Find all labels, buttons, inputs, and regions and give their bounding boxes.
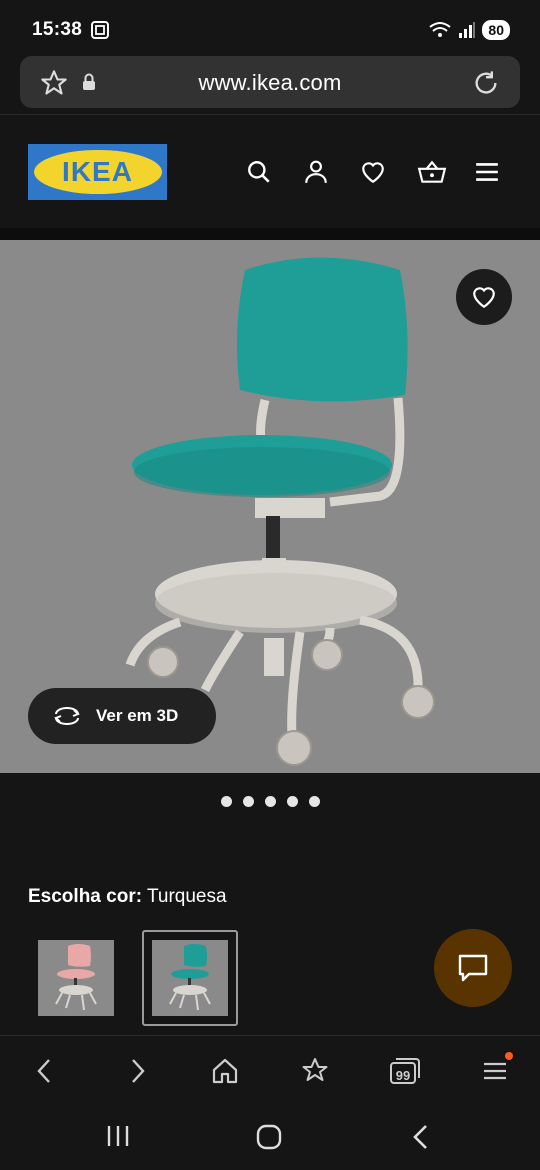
- pink-chair-thumbnail: [38, 940, 114, 1016]
- add-to-favourites-button[interactable]: [456, 269, 512, 325]
- status-time: 15:38: [32, 19, 83, 40]
- ikea-logo[interactable]: IKEA: [28, 144, 167, 200]
- system-navigation-bar: [0, 1105, 540, 1170]
- logo-text: IKEA: [62, 156, 133, 187]
- color-chooser-label: Escolha cor: Turquesa: [28, 886, 227, 908]
- tab-count-badge: 99: [395, 1068, 411, 1083]
- reload-icon[interactable]: [472, 69, 500, 97]
- color-swatch-pink[interactable]: [28, 930, 124, 1026]
- tabs-button[interactable]: 99: [388, 1056, 422, 1086]
- forward-icon[interactable]: [122, 1056, 152, 1086]
- site-header: IKEA: [0, 114, 540, 228]
- carousel-dot[interactable]: [242, 796, 254, 807]
- chat-bubble-icon: [458, 954, 488, 982]
- signal-icon: [459, 22, 476, 38]
- recent-apps-icon[interactable]: [106, 1123, 130, 1149]
- home-button-icon[interactable]: [255, 1123, 283, 1151]
- view-in-3d-button[interactable]: Ver em 3D: [28, 688, 216, 744]
- bookmarks-icon[interactable]: [300, 1056, 330, 1086]
- product-image-carousel[interactable]: Ver em 3D: [0, 240, 540, 773]
- carousel-dot[interactable]: [308, 796, 320, 807]
- view-in-3d-label: Ver em 3D: [96, 706, 179, 725]
- wifi-icon: [429, 22, 452, 37]
- carousel-dot[interactable]: [220, 796, 232, 807]
- url-text[interactable]: www.ikea.com: [20, 70, 520, 96]
- browser-menu-button[interactable]: [480, 1052, 513, 1086]
- rotate-3d-icon: [54, 707, 80, 725]
- carousel-dot[interactable]: [286, 796, 298, 807]
- home-icon[interactable]: [210, 1056, 240, 1086]
- turquoise-chair-thumbnail: [152, 940, 228, 1016]
- notification-dot: [505, 1052, 513, 1060]
- heart-icon: [473, 287, 495, 309]
- search-icon[interactable]: [246, 159, 272, 185]
- color-chooser-title: Escolha cor:: [28, 886, 143, 907]
- color-swatch-turquoise[interactable]: [142, 930, 238, 1026]
- battery-indicator: 80: [482, 20, 510, 40]
- system-back-icon[interactable]: [410, 1123, 432, 1151]
- profile-icon[interactable]: [303, 159, 329, 185]
- address-bar[interactable]: www.ikea.com: [20, 56, 520, 108]
- carousel-dot[interactable]: [264, 796, 276, 807]
- color-swatches: [28, 930, 238, 1026]
- cart-icon[interactable]: [417, 159, 447, 185]
- browser-toolbar: 99: [0, 1035, 540, 1105]
- heart-icon[interactable]: [360, 159, 386, 185]
- chat-button[interactable]: [434, 929, 512, 1007]
- hamburger-icon: [484, 1062, 506, 1080]
- status-bar: 15:38 80: [0, 0, 540, 56]
- back-icon[interactable]: [30, 1056, 60, 1086]
- menu-icon[interactable]: [474, 159, 500, 185]
- carousel-pagination[interactable]: [0, 796, 540, 807]
- header-divider: [0, 228, 540, 240]
- screenshot-icon: [91, 21, 109, 39]
- selected-color: Turquesa: [146, 886, 227, 907]
